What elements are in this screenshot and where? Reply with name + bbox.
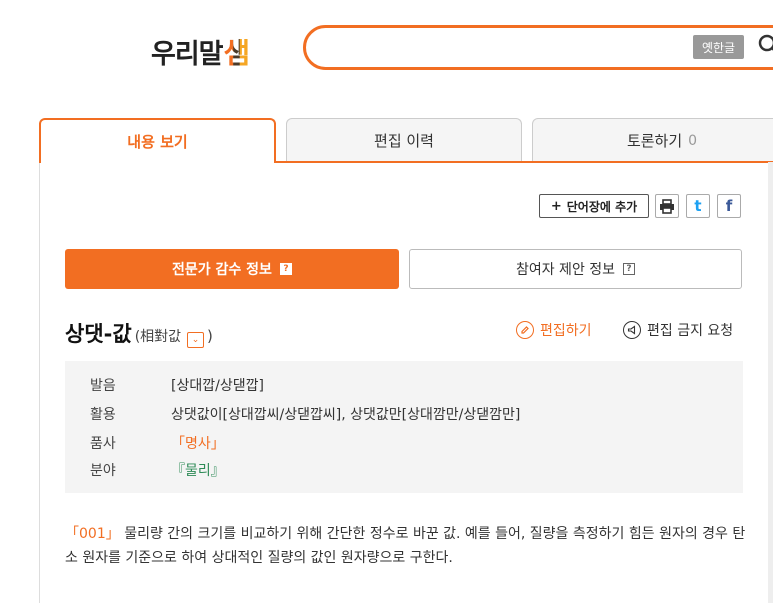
hanja-text: (相對값 <box>134 329 182 345</box>
logo[interactable]: 우리말 샘 <box>151 28 251 70</box>
content-border <box>39 162 40 603</box>
info-label: 품사 <box>90 436 116 452</box>
pos-row: 품사 「명사」 <box>90 433 225 453</box>
definition: 「001」 물리량 간의 크기를 비교하기 위해 간단한 정수로 바꾼 값. 예… <box>65 522 750 570</box>
subtab-label: 전문가 감수 정보 <box>172 262 272 278</box>
pos-value: 「명사」 <box>171 436 225 452</box>
headword: 상댓-값 <box>65 322 132 346</box>
hanja-close-paren: ) <box>207 327 213 345</box>
tab-underline <box>275 161 773 163</box>
tab-label: 내용 보기 <box>127 133 188 151</box>
wordbook-label: 단어장에 추가 <box>566 199 638 214</box>
help-icon[interactable]: ? <box>279 263 292 275</box>
twitter-share-button[interactable]: t <box>686 194 710 218</box>
plus-icon: + <box>550 198 562 214</box>
headword-row: 상댓-값 (相對값 ⌄ ) <box>65 318 213 348</box>
info-label: 활용 <box>90 407 116 423</box>
logo-mark: 샘 <box>223 36 251 70</box>
subtab-expert-info[interactable]: 전문가 감수 정보 ? <box>65 249 399 289</box>
info-label: 분야 <box>90 463 116 479</box>
twitter-icon: t <box>694 197 702 215</box>
info-value: [상대깝/상댇깝] <box>171 378 264 394</box>
help-icon[interactable]: ? <box>623 263 636 275</box>
edit-label: 편집하기 <box>540 323 592 339</box>
definition-text: 물리량 간의 크기를 비교하기 위해 간단한 정수로 바꾼 값. 예를 들어, … <box>65 526 746 566</box>
content-border-right <box>768 162 773 603</box>
tab-label: 토론하기 <box>626 132 683 150</box>
field-value[interactable]: 『물리』 <box>171 460 225 480</box>
old-hangul-button[interactable]: 옛한글 <box>693 35 744 59</box>
tab-label: 편집 이력 <box>374 132 434 150</box>
printer-icon <box>660 198 674 214</box>
facebook-share-button[interactable]: f <box>717 194 741 218</box>
field-row: 분야 『물리』 <box>90 460 225 480</box>
subtab-label: 참여자 제안 정보 <box>515 262 616 278</box>
tab-edit-history[interactable]: 편집 이력 <box>286 118 522 162</box>
conjugation-row: 활용 상댓값이[상대깝씨/상댇깝씨], 상댓값만[상대깜만/상댇깜만] <box>90 404 520 424</box>
search-icon[interactable] <box>757 33 773 55</box>
print-button[interactable] <box>655 194 679 218</box>
info-label: 발음 <box>90 378 116 394</box>
logo-text: 우리말 <box>151 39 224 70</box>
edit-button[interactable]: 편집하기 <box>516 320 592 340</box>
subtab-user-info[interactable]: 참여자 제안 정보 ? <box>409 249 742 289</box>
edit-ban-request-button[interactable]: 편집 금지 요청 <box>623 320 733 340</box>
facebook-icon: f <box>725 197 733 215</box>
discussion-count: 0 <box>688 132 698 149</box>
definition-number: 「001」 <box>65 526 120 542</box>
hanja-toggle-button[interactable]: ⌄ <box>187 332 205 348</box>
edit-ban-label: 편집 금지 요청 <box>647 323 734 339</box>
tab-discussion[interactable]: 토론하기 0 <box>532 118 773 162</box>
info-value: 상댓값이[상대깝씨/상댇깝씨], 상댓값만[상대깜만/상댇깜만] <box>171 407 521 423</box>
word-info-box: 발음 [상대깝/상댇깝] 활용 상댓값이[상대깝씨/상댇깝씨], 상댓값만[상대… <box>65 361 743 493</box>
megaphone-icon <box>623 321 641 339</box>
pronunciation-row: 발음 [상대깝/상댇깝] <box>90 375 264 395</box>
tab-content-view[interactable]: 내용 보기 <box>39 118 276 163</box>
add-to-wordbook-button[interactable]: + 단어장에 추가 <box>539 194 649 218</box>
pencil-icon <box>516 321 534 339</box>
